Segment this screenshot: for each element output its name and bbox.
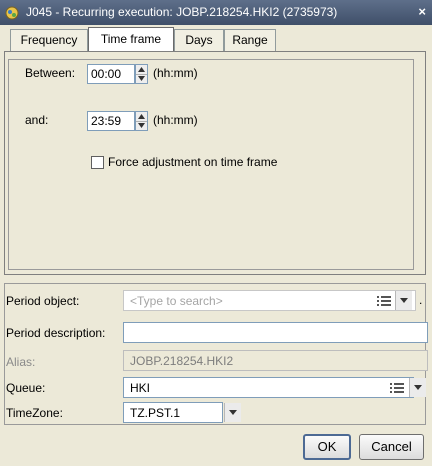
timezone-dropdown-button[interactable]	[224, 403, 241, 422]
spin-down-icon[interactable]	[136, 74, 147, 83]
chevron-down-icon	[400, 298, 408, 303]
queue-dropdown-button[interactable]	[409, 378, 426, 397]
title-bar: J045 - Recurring execution: JOBP.218254.…	[0, 0, 432, 25]
chevron-down-icon	[414, 385, 422, 390]
period-description-input[interactable]	[123, 322, 428, 343]
between-time-input[interactable]: 00:00	[87, 64, 135, 84]
ok-button[interactable]: OK	[303, 434, 351, 460]
force-adjustment-checkbox[interactable]	[91, 156, 104, 169]
timezone-select[interactable]: TZ.PST.1	[123, 402, 223, 423]
force-adjustment-label: Force adjustment on time frame	[108, 155, 278, 169]
and-time-input[interactable]: 23:59	[87, 111, 135, 131]
between-unit: (hh:mm)	[153, 66, 198, 80]
queue-label: Queue:	[6, 381, 46, 395]
period-object-dropdown-button[interactable]	[395, 291, 412, 310]
between-label: Between:	[25, 66, 76, 80]
close-icon[interactable]: ×	[418, 4, 426, 19]
queue-select[interactable]: HKI	[123, 377, 414, 398]
chevron-down-icon	[229, 410, 237, 415]
alias-input: JOBP.218254.HKI2	[123, 350, 428, 371]
cancel-button[interactable]: Cancel	[359, 434, 424, 460]
spin-down-icon[interactable]	[136, 121, 147, 130]
list-icon[interactable]	[390, 382, 404, 394]
between-spinner[interactable]	[135, 64, 148, 84]
and-label: and:	[25, 113, 49, 127]
and-spinner[interactable]	[135, 111, 148, 131]
period-description-label: Period description:	[6, 326, 106, 340]
and-unit: (hh:mm)	[153, 113, 198, 127]
window-title: J045 - Recurring execution: JOBP.218254.…	[26, 5, 338, 19]
timezone-label: TimeZone:	[6, 406, 63, 420]
period-object-search[interactable]: <Type to search>	[123, 290, 416, 311]
app-icon	[4, 5, 20, 21]
list-icon[interactable]	[377, 295, 391, 307]
tab-days[interactable]: Days	[174, 29, 224, 51]
tab-frequency[interactable]: Frequency	[10, 29, 88, 51]
period-object-label: Period object:	[6, 294, 80, 308]
tab-time-frame[interactable]: Time frame	[88, 27, 174, 52]
alias-label: Alias:	[6, 355, 36, 369]
tab-range[interactable]: Range	[224, 29, 276, 51]
period-object-trailing: .	[419, 293, 423, 307]
